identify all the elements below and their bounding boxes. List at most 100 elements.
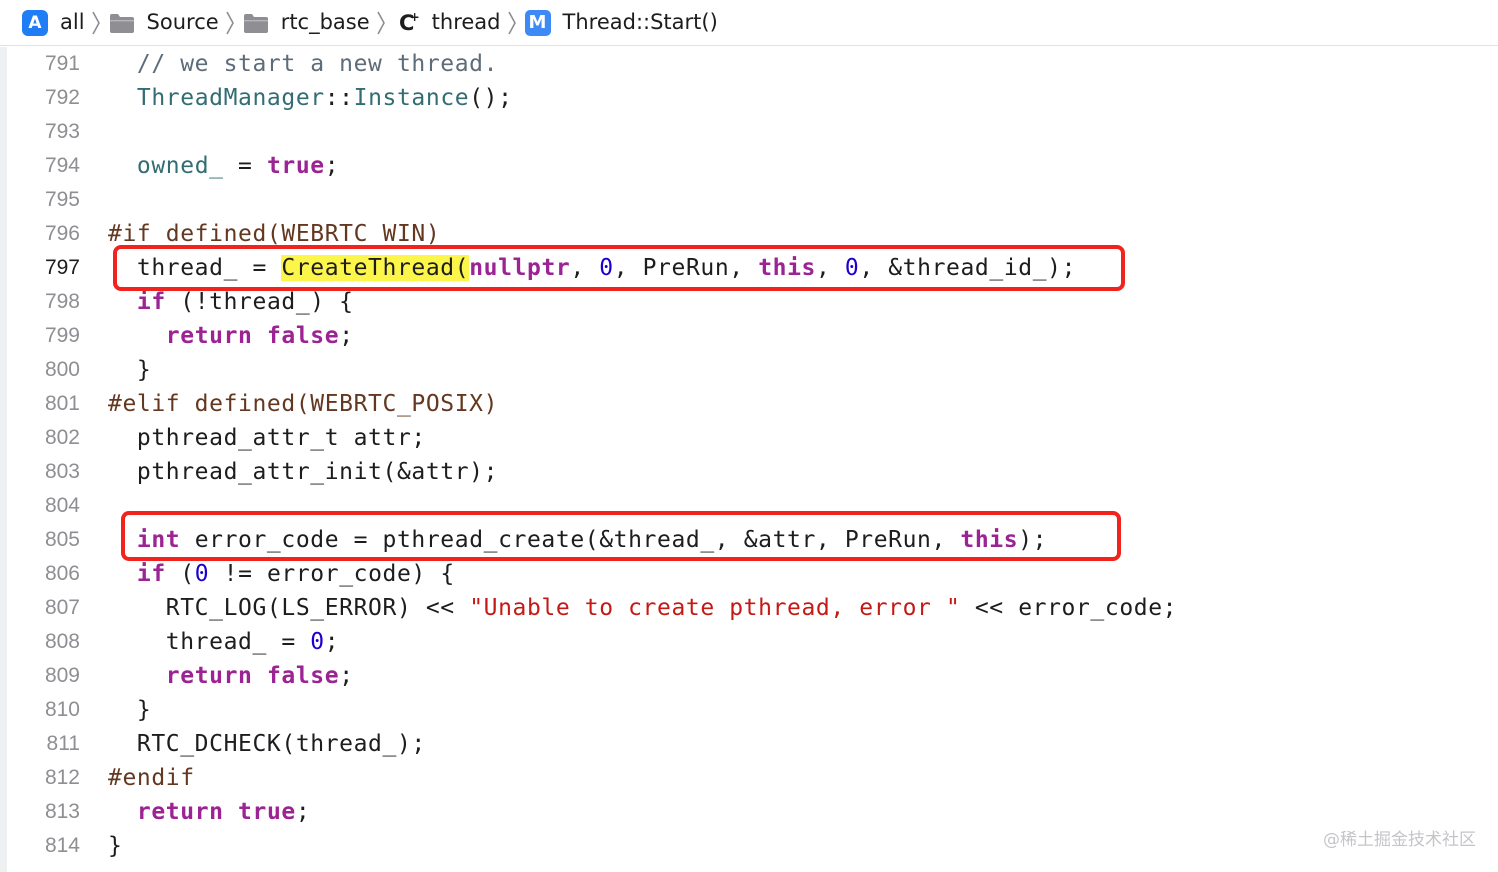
code-token: pthread_attr_init(&attr); xyxy=(108,459,499,485)
code-token: true xyxy=(266,153,325,179)
code-line[interactable]: 814} xyxy=(0,829,1498,863)
line-number: 804 xyxy=(44,494,80,517)
cpp-file-icon: C + xyxy=(398,9,420,35)
code-token: RTC_DCHECK(thread_); xyxy=(108,731,426,757)
code-token: RTC_LOG(LS_ERROR) << xyxy=(108,595,470,621)
code-token: #elif defined(WEBRTC_POSIX) xyxy=(108,391,499,417)
code-token: #endif xyxy=(108,765,195,791)
line-number: 791 xyxy=(44,52,80,75)
code-line[interactable]: 809 return false; xyxy=(0,659,1498,693)
breadcrumb-item-source[interactable]: Source xyxy=(109,12,219,34)
line-number: 806 xyxy=(44,562,80,585)
folder-icon xyxy=(109,12,135,34)
code-token: 0 xyxy=(310,629,325,655)
code-token: ( xyxy=(165,561,195,587)
code-token: pthread_attr_t attr; xyxy=(108,425,426,451)
annotation-box-create-thread xyxy=(113,245,1125,291)
code-line[interactable]: 808 thread_ = 0; xyxy=(0,625,1498,659)
code-token: Instance xyxy=(353,85,470,111)
code-token: } xyxy=(108,357,152,383)
code-token: :: xyxy=(324,85,354,111)
breadcrumb-label: Thread::Start() xyxy=(562,10,718,34)
code-text: if (0 != error_code) { xyxy=(108,561,455,587)
code-text: #elif defined(WEBRTC_POSIX) xyxy=(108,391,498,417)
code-line[interactable]: 813 return true; xyxy=(0,795,1498,829)
chevron-right-icon xyxy=(507,10,517,36)
code-line[interactable]: 799 return false; xyxy=(0,319,1498,353)
line-number: 803 xyxy=(44,460,80,483)
code-token: #if defined(WEBRTC_WIN) xyxy=(108,221,441,247)
breadcrumb-label: thread xyxy=(431,10,501,34)
code-text: #if defined(WEBRTC_WIN) xyxy=(108,221,440,247)
code-line[interactable]: 803 pthread_attr_init(&attr); xyxy=(0,455,1498,489)
code-token: = xyxy=(223,153,267,179)
code-token: != error_code) { xyxy=(209,561,455,587)
code-token: } xyxy=(108,833,123,859)
line-number: 813 xyxy=(44,800,80,823)
line-number: 800 xyxy=(44,358,80,381)
code-line[interactable]: 802 pthread_attr_t attr; xyxy=(0,421,1498,455)
code-token: ; xyxy=(324,629,340,655)
code-text: return false; xyxy=(108,663,354,689)
line-number: 795 xyxy=(44,188,80,211)
code-token: ; xyxy=(339,663,354,689)
line-number: 810 xyxy=(44,698,80,721)
code-line[interactable]: 794 owned_ = true; xyxy=(0,149,1498,183)
breadcrumb-item-rtc-base[interactable]: rtc_base xyxy=(243,12,370,34)
code-token: // we start a new thread. xyxy=(108,51,499,77)
code-token: 0 xyxy=(194,561,210,587)
code-line[interactable]: 795 xyxy=(0,183,1498,217)
line-number: 792 xyxy=(44,86,80,109)
line-number: 796 xyxy=(44,222,80,245)
code-line[interactable]: 806 if (0 != error_code) { xyxy=(0,557,1498,591)
line-number: 794 xyxy=(44,154,80,177)
line-number: 814 xyxy=(44,834,80,857)
code-token: (!thread_) { xyxy=(165,289,354,315)
code-text: // we start a new thread. xyxy=(108,51,498,77)
code-token: if xyxy=(136,561,166,587)
source-editor[interactable]: 791 // we start a new thread. 792 ThreadM… xyxy=(0,47,1498,872)
code-token: ; xyxy=(339,323,354,349)
code-line[interactable]: 791 // we start a new thread. xyxy=(0,47,1498,81)
code-line[interactable]: 793 xyxy=(0,115,1498,149)
code-text: return true; xyxy=(108,799,310,825)
breadcrumb-item-thread[interactable]: C + thread xyxy=(394,10,501,36)
line-number: 799 xyxy=(44,324,80,347)
code-line[interactable]: 792 ThreadManager::Instance(); xyxy=(0,81,1498,115)
code-text: if (!thread_) { xyxy=(108,289,354,315)
code-line[interactable]: 800 } xyxy=(0,353,1498,387)
chevron-right-icon xyxy=(225,10,235,36)
code-token: return xyxy=(136,799,224,825)
line-number: 807 xyxy=(44,596,80,619)
code-line[interactable]: 810 } xyxy=(0,693,1498,727)
line-number: 793 xyxy=(44,120,80,143)
breadcrumb-item-method[interactable]: M Thread::Start() xyxy=(524,9,718,36)
code-text: } xyxy=(108,833,122,859)
code-line[interactable]: 812 #endif xyxy=(0,761,1498,795)
code-line[interactable]: 807 RTC_LOG(LS_ERROR) << "Unable to crea… xyxy=(0,591,1498,625)
code-line[interactable]: 811 RTC_DCHECK(thread_); xyxy=(0,727,1498,761)
code-token: (); xyxy=(469,85,513,111)
code-text: } xyxy=(108,697,151,723)
line-number: 802 xyxy=(44,426,80,449)
breadcrumb-label: Source xyxy=(146,10,219,34)
code-token: false xyxy=(266,663,340,689)
code-text: owned_ = true; xyxy=(108,153,339,179)
code-text: RTC_DCHECK(thread_); xyxy=(108,731,426,757)
code-text: RTC_LOG(LS_ERROR) << "Unable to create p… xyxy=(108,595,1177,621)
chevron-right-icon xyxy=(376,10,386,36)
code-token: thread_ = xyxy=(108,629,311,655)
code-line[interactable]: 801 #elif defined(WEBRTC_POSIX) xyxy=(0,387,1498,421)
code-text: } xyxy=(108,357,151,383)
breadcrumb-item-all[interactable]: A all xyxy=(22,9,85,36)
method-icon: M xyxy=(524,9,551,36)
code-token: return xyxy=(165,663,253,689)
